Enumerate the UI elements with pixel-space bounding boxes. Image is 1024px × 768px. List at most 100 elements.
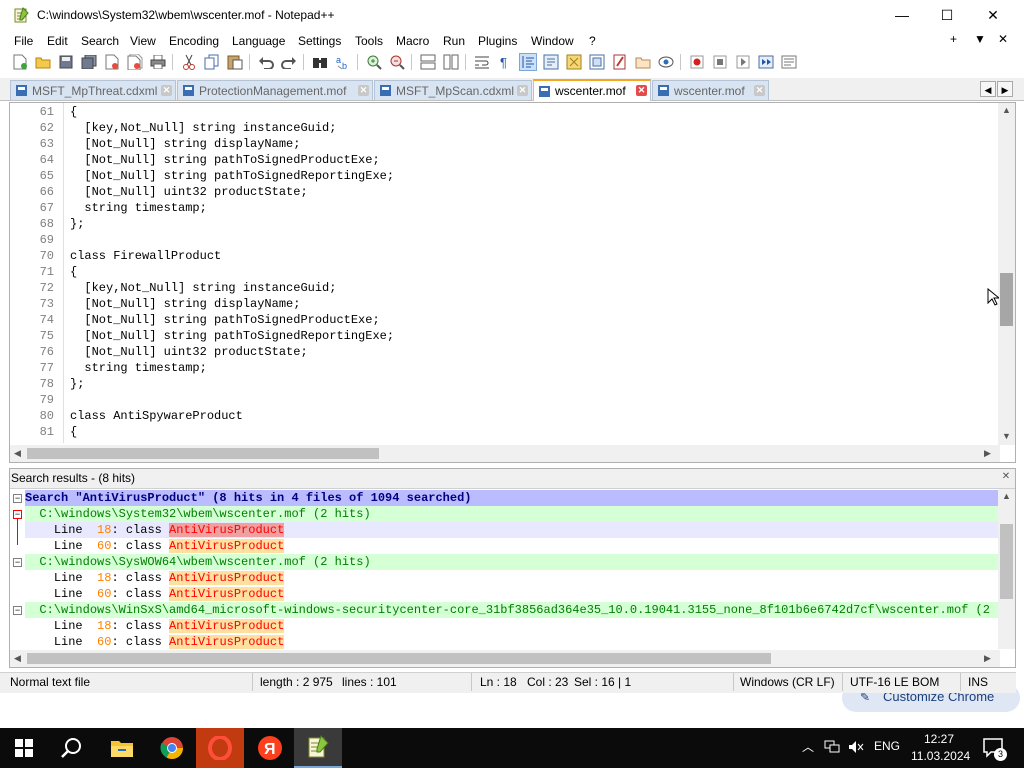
results-horizontal-scrollbar[interactable]: ◀ ▶ (10, 650, 1000, 667)
tab-close-icon[interactable]: ✕ (161, 85, 172, 96)
menu-macro[interactable]: Macro (396, 34, 429, 48)
scroll-right-arrow[interactable]: ▶ (984, 653, 991, 664)
code-line[interactable]: string timestamp; (70, 201, 206, 215)
code-line[interactable]: [Not_Null] string pathToSignedProductExe… (70, 153, 379, 167)
paste-icon[interactable] (226, 53, 244, 71)
code-line[interactable]: { (70, 265, 77, 279)
fold-toggle-icon[interactable]: − (13, 558, 22, 567)
maximize-button[interactable]: ☐ (924, 0, 970, 30)
language-indicator[interactable]: ENG (874, 739, 900, 753)
search-hit-row[interactable]: Line 18: class AntiVirusProduct (25, 570, 998, 586)
code-line[interactable]: [key,Not_Null] string instanceGuid; (70, 121, 336, 135)
code-line[interactable]: }; (70, 217, 84, 231)
menu-run[interactable]: Run (443, 34, 465, 48)
search-file-row[interactable]: C:\windows\SysWOW64\wbem\wscenter.mof (2… (25, 554, 998, 570)
cut-icon[interactable] (180, 53, 198, 71)
editor-vertical-scrollbar[interactable]: ▲ ▼ (998, 103, 1015, 445)
code-line[interactable]: [Not_Null] uint32 productState; (70, 185, 307, 199)
scroll-left-arrow[interactable]: ◀ (14, 448, 21, 459)
indent-guide-icon[interactable] (519, 53, 537, 71)
menu-edit[interactable]: Edit (47, 34, 68, 48)
print-icon[interactable] (149, 53, 167, 71)
results-vertical-scrollbar[interactable]: ▲ (998, 489, 1015, 649)
code-line[interactable]: [Not_Null] string pathToSignedProductExe… (70, 313, 379, 327)
menu-search[interactable]: Search (81, 34, 119, 48)
stop-record-icon[interactable] (711, 53, 729, 71)
menu-file[interactable]: File (14, 34, 33, 48)
code-line[interactable]: [Not_Null] string pathToSignedReportingE… (70, 329, 394, 343)
menu-encoding[interactable]: Encoding (169, 34, 219, 48)
close-search-results-icon[interactable]: ✕ (1001, 472, 1011, 482)
close-all-icon[interactable] (126, 53, 144, 71)
code-line[interactable]: string timestamp; (70, 361, 206, 375)
tab-close-icon[interactable]: ✕ (754, 85, 765, 96)
menu-window[interactable]: Window (531, 34, 574, 48)
zoom-in-icon[interactable] (365, 53, 383, 71)
redo-icon[interactable] (280, 53, 298, 71)
search-hit-row[interactable]: Line 18: class AntiVirusProduct (25, 618, 998, 634)
tab-close-icon[interactable]: ✕ (358, 85, 369, 96)
show-all-chars-icon[interactable]: ¶ (496, 53, 514, 71)
tray-chevron-icon[interactable]: ︿ (802, 738, 814, 755)
tab-msft-mpthreat[interactable]: MSFT_MpThreat.cdxml ✕ (10, 80, 176, 100)
code-line[interactable]: { (70, 425, 77, 439)
replace-icon[interactable]: ab (334, 53, 352, 71)
tab-msft-mpscan[interactable]: MSFT_MpScan.cdxml ✕ (374, 80, 532, 100)
sync-horizontal-icon[interactable] (442, 53, 460, 71)
yandex-browser-icon[interactable]: Я (246, 728, 294, 768)
undo-icon[interactable] (257, 53, 275, 71)
code-line[interactable]: { (70, 105, 77, 119)
scroll-up-arrow[interactable]: ▲ (1002, 105, 1011, 115)
code-line[interactable]: [key,Not_Null] string instanceGuid; (70, 281, 336, 295)
results-hscroll-thumb[interactable] (27, 653, 771, 664)
function-list-icon[interactable] (588, 53, 606, 71)
play-macro-icon[interactable] (734, 53, 752, 71)
zoom-out-icon[interactable] (388, 53, 406, 71)
scroll-right-arrow[interactable]: ▶ (984, 448, 991, 459)
close-icon[interactable] (103, 53, 121, 71)
editor-vscroll-thumb[interactable] (1000, 273, 1013, 326)
search-icon[interactable] (48, 728, 96, 768)
code-line[interactable]: class AntiSpywareProduct (70, 409, 243, 423)
file-explorer-icon[interactable] (98, 728, 146, 768)
clock-time[interactable]: 12:27 (924, 732, 954, 746)
save-all-icon[interactable] (80, 53, 98, 71)
minimize-button[interactable]: — (879, 0, 925, 30)
start-icon[interactable] (0, 728, 48, 768)
tab-close-icon[interactable]: ✕ (517, 85, 528, 96)
folder-open-icon[interactable] (634, 53, 652, 71)
editor-pane[interactable]: 61 {62 [key,Not_Null] string instanceGuid… (9, 102, 1016, 463)
code-line[interactable]: [Not_Null] string displayName; (70, 297, 300, 311)
save-macro-icon[interactable] (780, 53, 798, 71)
scroll-left-arrow[interactable]: ◀ (14, 653, 21, 664)
search-hit-row[interactable]: Line 60: class AntiVirusProduct (25, 586, 998, 602)
tab-wscenter[interactable]: wscenter.mof ✕ (652, 80, 769, 100)
opera-icon[interactable] (196, 728, 244, 768)
menu-settings[interactable]: Settings (298, 34, 341, 48)
word-wrap-icon[interactable] (473, 53, 491, 71)
code-line[interactable]: [Not_Null] uint32 productState; (70, 345, 307, 359)
tab-scroll-right-button[interactable]: ▶ (997, 81, 1013, 97)
open-file-icon[interactable] (34, 53, 52, 71)
fold-toggle-icon[interactable]: − (13, 606, 22, 615)
close-tab-button[interactable]: ✕ (998, 32, 1008, 46)
code-line[interactable]: [Not_Null] string displayName; (70, 137, 300, 151)
status-encoding[interactable]: UTF-16 LE BOM (850, 675, 939, 689)
tab-wscenter-active[interactable]: wscenter.mof ✕ (533, 79, 651, 101)
fold-toggle-icon[interactable]: − (13, 510, 22, 519)
tab-scroll-left-button[interactable]: ◀ (980, 81, 996, 97)
scroll-down-arrow[interactable]: ▼ (1002, 431, 1011, 441)
tab-close-icon[interactable]: ✕ (636, 85, 647, 96)
tab-list-button[interactable]: ▼ (974, 32, 986, 46)
close-window-button[interactable]: ✕ (970, 0, 1016, 30)
search-hit-row[interactable]: Line 60: class AntiVirusProduct (25, 538, 998, 554)
folder-workspace-icon[interactable] (611, 53, 629, 71)
network-icon[interactable] (824, 740, 840, 757)
clock-date[interactable]: 11.03.2024 (911, 749, 970, 763)
copy-icon[interactable] (203, 53, 221, 71)
tab-protectionmanagement[interactable]: ProtectionManagement.mof ✕ (177, 80, 373, 100)
menu-language[interactable]: Language (232, 34, 285, 48)
notepadpp-icon[interactable] (294, 728, 342, 768)
results-vscroll-thumb[interactable] (1000, 524, 1013, 599)
search-file-row[interactable]: C:\windows\WinSxS\amd64_microsoft-window… (25, 602, 998, 618)
